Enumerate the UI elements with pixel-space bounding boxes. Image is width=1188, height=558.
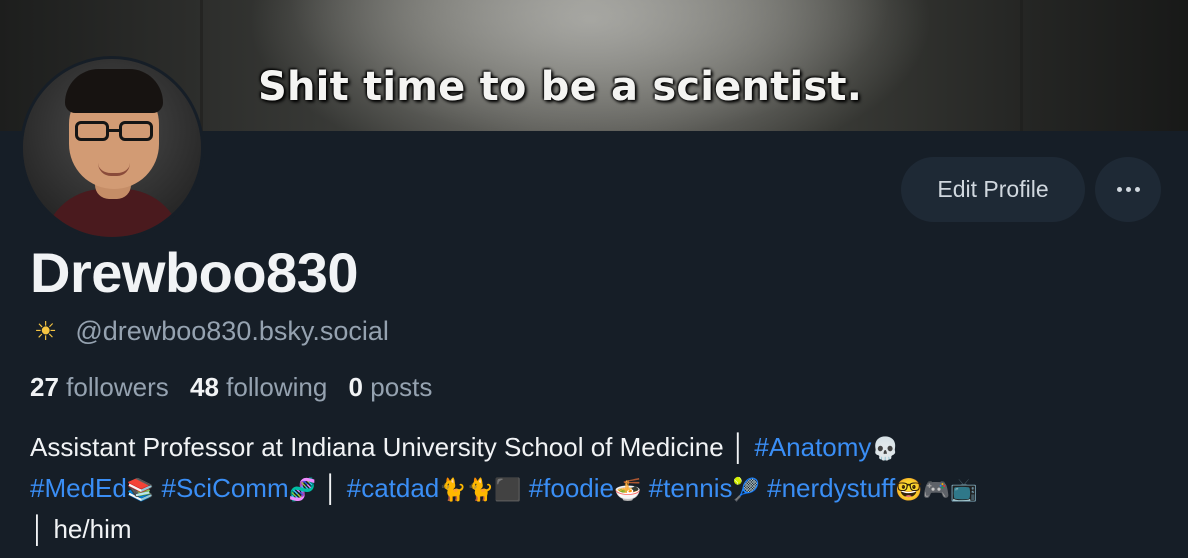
posts-label: posts [370, 372, 433, 402]
banner-stripe [1020, 0, 1023, 131]
handle-row: ☀ @drewboo830.bsky.social [34, 316, 389, 347]
followers-count: 27 [30, 372, 59, 402]
tennis-ball-icon: 🎾 [732, 478, 760, 503]
profile-stats: 27 followers 48 following 0 posts [30, 372, 432, 403]
hashtag-meded[interactable]: #MedEd [30, 473, 127, 503]
ellipsis-icon [1125, 187, 1131, 192]
posts-stat: 0 posts [349, 372, 433, 402]
avatar-glasses [75, 121, 155, 143]
ellipsis-icon [1116, 187, 1122, 192]
hashtag-tennis[interactable]: #tennis [649, 473, 733, 503]
profile-bio: Assistant Professor at Indiana Universit… [30, 428, 1170, 548]
bio-pronouns: │ he/him [30, 514, 132, 544]
following-label: following [226, 372, 328, 402]
nerd-gaming-tv-icon: 🤓🎮📺 [895, 478, 978, 503]
bio-separator: │ [316, 473, 347, 503]
dna-icon: 🧬 [288, 478, 317, 503]
bio-text: Assistant Professor at Indiana Universit… [30, 432, 755, 462]
hashtag-scicomm[interactable]: #SciComm [161, 473, 288, 503]
profile-handle[interactable]: @drewboo830.bsky.social [75, 316, 389, 347]
skull-icon: 💀 [871, 437, 899, 462]
hashtag-nerdystuff[interactable]: #nerdystuff [767, 473, 895, 503]
display-name: Drewboo830 [30, 241, 359, 304]
hashtag-catdad[interactable]: #catdad [347, 473, 440, 503]
avatar[interactable] [20, 56, 204, 240]
followers-label: followers [66, 372, 169, 402]
banner-caption: Shit time to be a scientist. [258, 64, 863, 110]
following-link[interactable]: 48 following [190, 372, 327, 402]
hashtag-foodie[interactable]: #foodie [529, 473, 614, 503]
edit-profile-button[interactable]: Edit Profile [901, 157, 1085, 222]
ellipsis-icon [1134, 187, 1140, 192]
hashtag-anatomy[interactable]: #Anatomy [754, 432, 871, 462]
more-options-button[interactable] [1095, 157, 1161, 222]
posts-count: 0 [348, 372, 364, 402]
cats-icon: 🐈🐈⬛ [439, 478, 522, 503]
sunrise-icon: ☀ [34, 316, 58, 347]
noodles-icon: 🍜 [614, 478, 642, 503]
books-icon: 📚 [126, 478, 155, 503]
following-count: 48 [189, 372, 219, 402]
avatar-hair [65, 69, 163, 113]
followers-link[interactable]: 27 followers [30, 372, 169, 402]
